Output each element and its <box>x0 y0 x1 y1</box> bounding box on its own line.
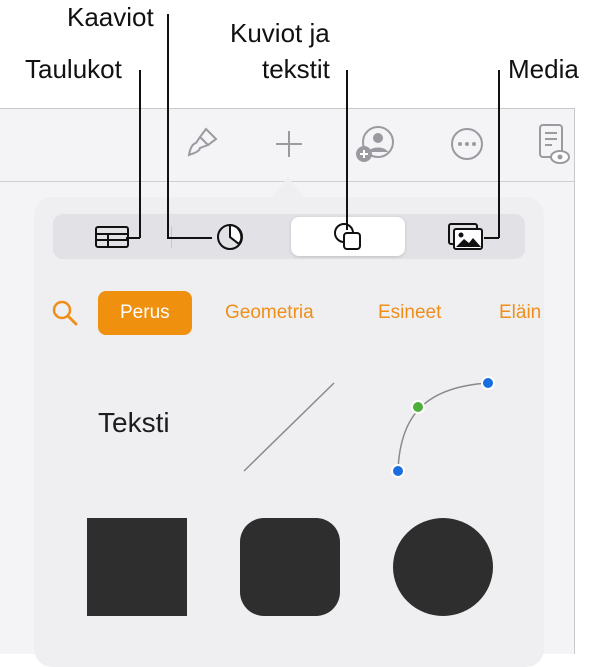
plus-icon[interactable] <box>266 121 312 167</box>
shape-rounded-square[interactable] <box>240 518 340 616</box>
callout-kuviot-line2: tekstit <box>262 54 330 84</box>
category-elain[interactable]: Eläin <box>499 291 541 335</box>
app-window: Perus Geometria Esineet Eläin Teksti <box>0 108 575 667</box>
tab-tables[interactable] <box>53 214 171 259</box>
toolbar <box>0 109 574 182</box>
category-geometria[interactable]: Geometria <box>225 291 314 335</box>
curve-start-handle <box>391 464 405 478</box>
chart-icon <box>217 223 243 250</box>
paintbrush-icon[interactable] <box>180 121 226 167</box>
category-bar: Perus Geometria Esineet Eläin <box>34 291 544 335</box>
leader-media-horizontal <box>484 237 499 239</box>
more-icon[interactable] <box>444 121 490 167</box>
curve-control-handle <box>411 400 425 414</box>
leader-media <box>498 70 500 238</box>
callout-kuviot-line1: Kuviot ja <box>230 18 330 48</box>
tab-media[interactable] <box>407 214 525 259</box>
leader-taulukot <box>139 70 141 238</box>
table-icon <box>95 225 129 248</box>
shape-icon <box>334 222 361 250</box>
popover-caret <box>272 177 304 197</box>
tab-shapes[interactable] <box>289 214 407 259</box>
category-perus[interactable]: Perus <box>98 291 192 335</box>
add-collaborator-icon[interactable] <box>352 121 398 167</box>
shape-curve[interactable] <box>388 373 498 483</box>
leader-kuviot <box>346 70 348 230</box>
callout-media: Media <box>508 54 579 84</box>
shape-line[interactable] <box>240 379 338 475</box>
media-icon <box>448 222 483 250</box>
shape-text[interactable]: Teksti <box>98 407 170 439</box>
leader-taulukot-horizontal <box>126 237 140 239</box>
callout-taulukot: Taulukot <box>25 54 122 84</box>
document-view-icon[interactable] <box>530 121 576 167</box>
leader-kaaviot-horizontal <box>167 237 212 239</box>
insert-tab-control <box>53 214 525 259</box>
curve-end-handle <box>481 376 495 390</box>
leader-kaaviot <box>167 14 169 238</box>
category-esineet[interactable]: Esineet <box>378 291 441 335</box>
insert-popover: Perus Geometria Esineet Eläin Teksti <box>34 197 544 667</box>
shape-circle[interactable] <box>393 518 493 616</box>
search-icon[interactable] <box>52 300 78 331</box>
callout-kaaviot: Kaaviot <box>67 2 154 32</box>
shape-square[interactable] <box>87 518 187 616</box>
